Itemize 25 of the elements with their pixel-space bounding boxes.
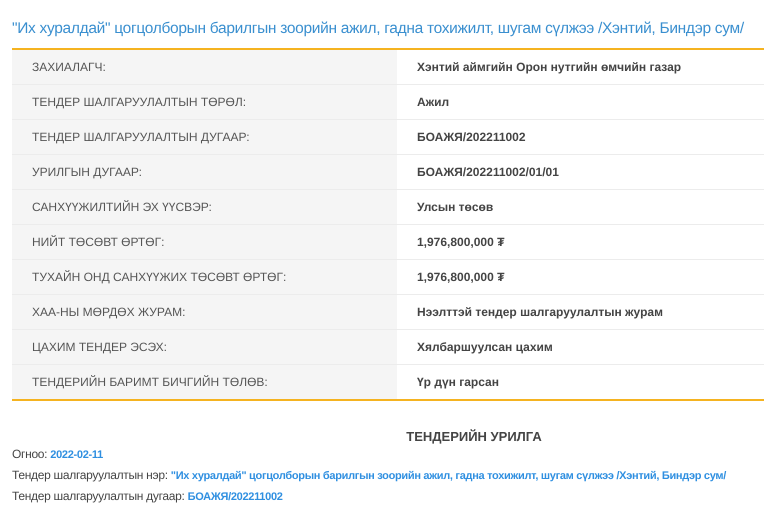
info-line: Тендер шалгаруулалтын нэр: "Их хуралдай" цогцолборын барилгын зоорийн ажил, гадна тохижилт, шугам сүлжээ /Хэнтий, Биндэр сум/ [12, 467, 728, 484]
table-cell: НИЙТ ТӨСӨВТ ӨРТӨГ: [12, 225, 397, 259]
table-cell-text: БОАЖЯ/202211002 [416, 129, 527, 146]
table-cell: ТЕНДЕР ШАЛГАРУУЛАЛТЫН ТӨРӨЛ: [12, 85, 397, 119]
table-cell: ЦАХИМ ТЕНДЕР ЭСЭХ: [12, 330, 397, 364]
table-cell-text: Үр дүн гарсан [416, 374, 500, 391]
table-cell: УРИЛГЫН ДУГААР: [12, 155, 397, 189]
page-title: "Их хуралдай" цогцолборын барилгын зоорийн ажил, гадна тохижилт, шугам сүлжээ /Хэнтий, Биндэр сум/ [12, 20, 746, 38]
table-cell: ТУХАЙН ОНД САНХҮҮЖИХ ТӨСӨВТ ӨРТӨГ: [12, 260, 397, 294]
info-line: Огноо: 2022-02-11 [12, 446, 104, 463]
table-cell-text: Хялбаршуулсан цахим [416, 339, 554, 356]
table-cell: ТЕНДЕР ШАЛГАРУУЛАЛТЫН ДУГААР: [12, 120, 397, 154]
info-line: Тендер шалгаруулалтын дугаар: БОАЖЯ/202211002 [12, 488, 284, 505]
table-cell: ЗАХИАЛАГЧ: [12, 50, 397, 84]
table-cell-text: БОАЖЯ/202211002/01/01 [416, 164, 560, 181]
table-cell-text: Хэнтий аймгийн Орон нутгийн өмчийн газар [416, 59, 682, 76]
table-cell: ТЕНДЕРИЙН БАРИМТ БИЧГИЙН ТӨЛӨВ: [12, 365, 397, 399]
table-cell: САНХҮҮЖИЛТИЙН ЭХ ҮҮСВЭР: [12, 190, 397, 224]
table-cell-text: Улсын төсөв [416, 199, 494, 216]
table-cell: ХАА-НЫ МӨРДӨХ ЖУРАМ: [12, 295, 397, 329]
table-cell-text: Ажил [416, 94, 450, 111]
section-heading: ТЕНДЕРИЙН УРИЛГА [406, 429, 542, 444]
table-cell-text: Нээлттэй тендер шалгаруулалтын журам [416, 304, 664, 321]
table-cell-text: 1,976,800,000 ₮ [416, 234, 506, 251]
table-cell-text: 1,976,800,000 ₮ [416, 269, 506, 286]
